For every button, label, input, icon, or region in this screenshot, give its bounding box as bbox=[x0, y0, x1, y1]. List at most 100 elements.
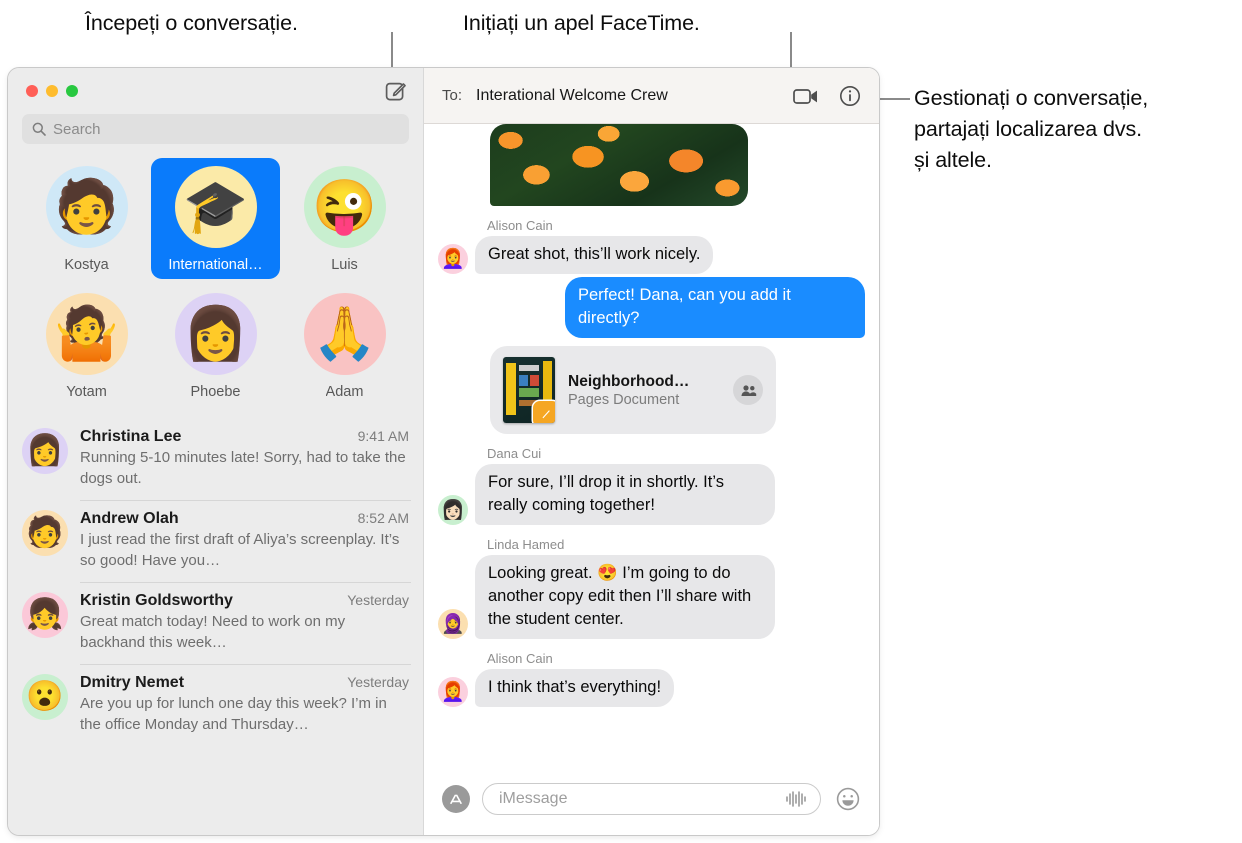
document-thumbnail bbox=[503, 357, 555, 423]
document-title: Neighborhood… bbox=[568, 372, 690, 390]
message-sender: Alison Cain bbox=[487, 218, 553, 233]
zoom-button[interactable] bbox=[66, 85, 78, 97]
message-bubble[interactable]: Great shot, this’ll work nicely. bbox=[475, 236, 714, 274]
document-attachment[interactable]: Neighborhood… Pages Document bbox=[490, 346, 776, 434]
contact-name: Dmitry Nemet bbox=[80, 674, 185, 691]
avatar: 🧕 bbox=[438, 609, 468, 639]
emoji-smiley-icon[interactable] bbox=[833, 784, 863, 814]
list-item-body: Dmitry Nemet Yesterday Are you up for lunc… bbox=[80, 674, 409, 735]
conversation-list: 👩 Christina Lee 9:41 AM Running 5-10 minute… bbox=[8, 418, 423, 835]
pinned-item-label: Luis bbox=[331, 257, 358, 273]
list-item[interactable]: 🧑 Andrew Olah 8:52 AM I just read the first… bbox=[22, 500, 423, 582]
recipient-field[interactable]: Interational Welcome Crew bbox=[476, 87, 668, 105]
search-placeholder: Search bbox=[53, 120, 101, 138]
conversation-pane: To: Interational Welcome Crew bbox=[423, 68, 879, 835]
message-row: 👩‍🦰 Alison Cain I think that’s everything! bbox=[438, 642, 865, 707]
pinned-item-label: Adam bbox=[325, 384, 364, 400]
avatar: 😮 bbox=[22, 674, 68, 720]
avatar: 🧑 bbox=[22, 510, 68, 556]
message-row: 🧕 Linda Hamed Looking great. 😍 I’m going t… bbox=[438, 528, 865, 639]
message-column: Alison Cain I think that’s everything! bbox=[475, 642, 675, 707]
search-icon bbox=[32, 122, 46, 136]
avatar: 🎓 bbox=[174, 166, 257, 248]
pinned-item-label: Phoebe bbox=[190, 384, 241, 400]
contact-name: Christina Lee bbox=[80, 428, 182, 445]
message-input[interactable]: iMessage bbox=[482, 783, 821, 815]
timestamp: Yesterday bbox=[347, 592, 409, 608]
message-preview: Are you up for lunch one day this week? … bbox=[80, 695, 387, 733]
message-row: 👩‍🦰 Alison Cain Great shot, this’ll work n… bbox=[438, 209, 865, 274]
compose-bar: iMessage bbox=[424, 771, 879, 835]
conversation-header: To: Interational Welcome Crew bbox=[424, 68, 879, 124]
message-row: Neighborhood… Pages Document bbox=[490, 346, 865, 434]
pinned-item-label: Kostya bbox=[64, 257, 109, 273]
avatar: 👩‍🦰 bbox=[438, 677, 468, 707]
photo-attachment[interactable] bbox=[490, 124, 748, 206]
close-button[interactable] bbox=[26, 85, 38, 97]
sidebar: Search 🧑 Kostya 🎓 International… 😜 Luis 🤷 Yotam… bbox=[8, 68, 423, 835]
timestamp: 8:52 AM bbox=[357, 510, 409, 526]
callout-facetime: Inițiați un apel FaceTime. bbox=[463, 11, 700, 35]
pinned-item-yotam[interactable]: 🤷 Yotam bbox=[22, 285, 151, 406]
to-label: To: bbox=[442, 87, 463, 104]
minimize-button[interactable] bbox=[46, 85, 58, 97]
titlebar bbox=[8, 68, 423, 114]
list-item[interactable]: 😮 Dmitry Nemet Yesterday Are you up for lun… bbox=[22, 664, 423, 746]
message-column: Dana Cui For sure, I’ll drop it in shortl… bbox=[475, 437, 775, 525]
list-item[interactable]: 👩 Christina Lee 9:41 AM Running 5-10 minute… bbox=[22, 418, 423, 500]
message-preview: I just read the first draft of Aliya’s s… bbox=[80, 531, 400, 569]
avatar: 👧 bbox=[22, 592, 68, 638]
pinned-conversations: 🧑 Kostya 🎓 International… 😜 Luis 🤷 Yotam 👩 Phoebe… bbox=[8, 154, 423, 418]
message-preview: Running 5-10 minutes late! Sorry, had to… bbox=[80, 449, 406, 487]
message-bubble[interactable]: I think that’s everything! bbox=[475, 669, 675, 707]
avatar: 👩🏻 bbox=[438, 495, 468, 525]
callout-compose: Începeți o conversație. bbox=[85, 11, 298, 35]
avatar: 👩 bbox=[174, 293, 257, 375]
info-icon[interactable] bbox=[835, 81, 865, 111]
pinned-item-adam[interactable]: 🙏 Adam bbox=[280, 285, 409, 406]
list-item-body: Andrew Olah 8:52 AM I just read the first … bbox=[80, 510, 409, 571]
list-item[interactable]: 👧 Kristin Goldsworthy Yesterday Great match… bbox=[22, 582, 423, 664]
window-controls bbox=[26, 85, 78, 97]
messages-window: Search 🧑 Kostya 🎓 International… 😜 Luis 🤷 Yotam… bbox=[8, 68, 879, 835]
message-sender: Alison Cain bbox=[487, 651, 553, 666]
avatar: 🧑 bbox=[45, 166, 128, 248]
message-bubble[interactable]: Looking great. 😍 I’m going to do another… bbox=[475, 555, 775, 639]
app-store-icon[interactable] bbox=[442, 785, 470, 813]
contact-name: Andrew Olah bbox=[80, 510, 179, 527]
list-item-body: Christina Lee 9:41 AM Running 5-10 minutes… bbox=[80, 428, 409, 489]
pinned-item-phoebe[interactable]: 👩 Phoebe bbox=[151, 285, 280, 406]
avatar: 👩‍🦰 bbox=[438, 244, 468, 274]
timestamp: Yesterday bbox=[347, 674, 409, 690]
compose-message-icon[interactable] bbox=[383, 78, 409, 104]
message-thread[interactable]: 👩‍🦰 Alison Cain Great shot, this’ll work n… bbox=[424, 124, 879, 771]
document-subtitle: Pages Document bbox=[568, 391, 680, 408]
list-item-body: Kristin Goldsworthy Yesterday Great match … bbox=[80, 592, 409, 653]
video-camera-icon[interactable] bbox=[791, 81, 821, 111]
timestamp: 9:41 AM bbox=[357, 428, 409, 444]
avatar: 🤷 bbox=[45, 293, 128, 375]
message-sender: Linda Hamed bbox=[487, 537, 565, 552]
pages-app-icon bbox=[533, 401, 555, 423]
message-row: Perfect! Dana, can you add it directly? bbox=[438, 277, 865, 338]
search-container: Search bbox=[8, 114, 423, 154]
search-input[interactable]: Search bbox=[22, 114, 409, 144]
avatar: 👩 bbox=[22, 428, 68, 474]
document-info: Neighborhood… Pages Document bbox=[568, 373, 720, 408]
pinned-item-luis[interactable]: 😜 Luis bbox=[280, 158, 409, 279]
message-bubble[interactable]: For sure, I’ll drop it in shortly. It’s … bbox=[475, 464, 775, 525]
pinned-item-international[interactable]: 🎓 International… bbox=[151, 158, 280, 279]
message-sender: Dana Cui bbox=[487, 446, 542, 461]
message-placeholder: iMessage bbox=[499, 790, 568, 807]
pinned-item-kostya[interactable]: 🧑 Kostya bbox=[22, 158, 151, 279]
message-column: Linda Hamed Looking great. 😍 I’m going to… bbox=[475, 528, 775, 639]
callout-details: Gestionați o conversație, partajați loca… bbox=[914, 86, 1149, 172]
message-bubble[interactable]: Perfect! Dana, can you add it directly? bbox=[565, 277, 865, 338]
message-column: Alison Cain Great shot, this’ll work nice… bbox=[475, 209, 714, 274]
audio-waveform-icon[interactable] bbox=[784, 790, 808, 808]
message-column: Perfect! Dana, can you add it directly? bbox=[565, 277, 865, 338]
avatar: 🙏 bbox=[303, 293, 386, 375]
contact-name: Kristin Goldsworthy bbox=[80, 592, 233, 609]
message-row: 👩🏻 Dana Cui For sure, I’ll drop it in shor… bbox=[438, 437, 865, 525]
shared-people-icon[interactable] bbox=[733, 375, 763, 405]
